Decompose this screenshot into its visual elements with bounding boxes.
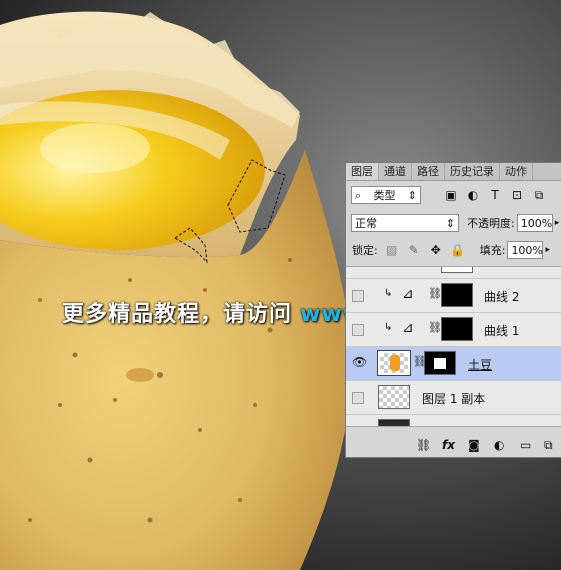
curves-icon: ⊿ bbox=[402, 286, 414, 302]
clip-arrow-icon: ↳ bbox=[384, 322, 393, 333]
blend-mode-value: 正常 bbox=[355, 217, 377, 230]
folder-icon[interactable]: ▭ bbox=[520, 438, 531, 452]
layer-name: 曲线 1 bbox=[484, 324, 520, 338]
layer-row[interactable] bbox=[346, 415, 561, 426]
fx-icon[interactable]: fx bbox=[442, 438, 455, 452]
curves-icon: ⊿ bbox=[402, 320, 414, 336]
layer-row[interactable]: ↳ ⊿ ⛓ 曲线 2 bbox=[346, 279, 561, 313]
fill-input[interactable]: 100% bbox=[507, 241, 544, 259]
opacity-input[interactable]: 100% bbox=[516, 214, 553, 232]
opacity-dropdown-icon[interactable]: ▸ bbox=[555, 218, 560, 228]
chevron-icon: ⇕ bbox=[445, 217, 455, 230]
layers-panel: 图层 通道 路径 历史记录 动作 ⌕ 类型 ⇕ ▣ ◐ T ⊡ ⧉ 正常 ⇕ 不透明度:… bbox=[345, 162, 561, 458]
layer-row[interactable] bbox=[346, 267, 561, 279]
tab-history[interactable]: 历史记录 bbox=[445, 163, 500, 180]
layer-mask-thumb bbox=[441, 283, 473, 307]
lock-all-icon[interactable]: 🔒 bbox=[450, 242, 466, 258]
layer-name: 图层 1 副本 bbox=[422, 392, 486, 406]
fill-dropdown-icon[interactable]: ▸ bbox=[545, 245, 550, 255]
fill-label: 填充: bbox=[479, 244, 506, 257]
mask-icon[interactable]: ◙ bbox=[468, 438, 480, 452]
tab-channels[interactable]: 通道 bbox=[379, 163, 412, 180]
panel-footer: ⛓ fx ◙ ◐ ▭ ⧉ bbox=[346, 435, 561, 457]
shape-filter-icon[interactable]: ⊡ bbox=[509, 187, 525, 203]
watermark-text: 更多精品教程，请访问 bbox=[62, 302, 293, 327]
panel-tabs: 图层 通道 路径 历史记录 动作 bbox=[346, 163, 561, 181]
layer-filter-select[interactable]: ⌕ 类型 ⇕ bbox=[351, 186, 421, 204]
chain-link-icon[interactable]: ⛓ bbox=[428, 321, 442, 334]
layer-name: 曲线 2 bbox=[484, 290, 520, 304]
clip-arrow-icon: ↳ bbox=[384, 288, 393, 299]
layer-mask-thumb bbox=[441, 267, 473, 273]
layer-row[interactable]: 图层 1 副本 bbox=[346, 381, 561, 415]
layers-list: ↳ ⊿ ⛓ 曲线 2 ↳ ⊿ ⛓ 曲线 1 👁 ⛓ 土豆 图层 1 副本 bbox=[346, 266, 561, 427]
layer-thumb bbox=[378, 419, 410, 426]
link-icon[interactable]: ⛓ bbox=[416, 438, 431, 452]
opacity-label: 不透明度: bbox=[467, 217, 515, 230]
tab-layers[interactable]: 图层 bbox=[346, 163, 379, 180]
visibility-toggle[interactable] bbox=[352, 324, 364, 336]
layer-row-selected[interactable]: 👁 ⛓ 土豆 bbox=[346, 347, 561, 381]
adjustment-filter-icon[interactable]: ◐ bbox=[465, 187, 481, 203]
blend-mode-select[interactable]: 正常 ⇕ bbox=[351, 214, 459, 232]
layer-mask-thumb bbox=[441, 317, 473, 341]
new-layer-icon[interactable]: ⧉ bbox=[544, 438, 553, 453]
layer-row[interactable]: ↳ ⊿ ⛓ 曲线 1 bbox=[346, 313, 561, 347]
visibility-toggle[interactable] bbox=[352, 392, 364, 404]
chain-link-icon[interactable]: ⛓ bbox=[428, 287, 442, 300]
lock-move-icon[interactable]: ✥ bbox=[428, 242, 444, 258]
lock-transparent-icon[interactable]: ▨ bbox=[384, 242, 400, 258]
image-filter-icon[interactable]: ▣ bbox=[443, 187, 459, 203]
layer-thumb bbox=[378, 385, 410, 409]
layer-name: 土豆 bbox=[468, 358, 493, 372]
smart-filter-icon[interactable]: ⧉ bbox=[531, 187, 547, 203]
tab-paths[interactable]: 路径 bbox=[412, 163, 445, 180]
visibility-toggle[interactable] bbox=[352, 290, 364, 302]
search-icon: ⌕ bbox=[355, 189, 362, 202]
type-filter-icon[interactable]: T bbox=[487, 187, 503, 203]
layer-thumb bbox=[377, 350, 411, 376]
layer-mask-thumb bbox=[424, 351, 456, 375]
adjustment-icon[interactable]: ◐ bbox=[494, 438, 504, 452]
tab-actions[interactable]: 动作 bbox=[500, 163, 533, 180]
lock-label: 锁定: bbox=[352, 244, 378, 257]
chevron-icon: ⇕ bbox=[407, 189, 417, 202]
lock-brush-icon[interactable]: ✎ bbox=[406, 242, 422, 258]
filter-kind-label: 类型 bbox=[373, 189, 396, 202]
eye-icon[interactable]: 👁 bbox=[352, 356, 367, 368]
